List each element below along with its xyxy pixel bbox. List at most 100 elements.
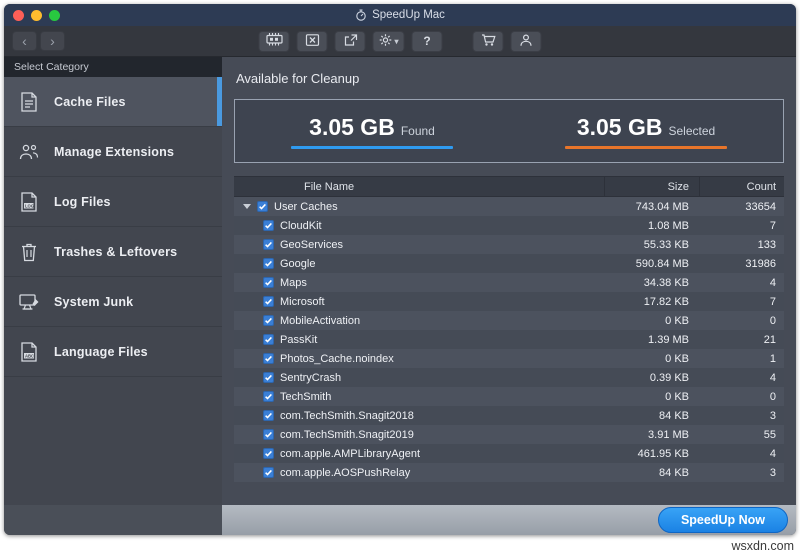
table-row-com-techsmith-snagit2019[interactable]: com.TechSmith.Snagit20193.91 MB55 bbox=[234, 425, 784, 444]
size-cell: 55.33 KB bbox=[604, 239, 699, 251]
nav-group: ‹ › bbox=[12, 31, 65, 51]
file-name-cell: com.TechSmith.Snagit2019 bbox=[234, 429, 604, 441]
gear-icon bbox=[378, 33, 392, 50]
table-row-geoservices[interactable]: GeoServices55.33 KB133 bbox=[234, 235, 784, 254]
row-checkbox[interactable] bbox=[263, 448, 274, 459]
row-checkbox[interactable] bbox=[263, 353, 274, 364]
file-name-cell: GeoServices bbox=[234, 239, 604, 251]
watermark: wsxdn.com bbox=[731, 539, 794, 553]
file-name-label: GeoServices bbox=[280, 239, 343, 251]
row-checkbox[interactable] bbox=[263, 467, 274, 478]
file-name-cell: CloudKit bbox=[234, 220, 604, 232]
table-row-user-caches[interactable]: User Caches743.04 MB33654 bbox=[234, 197, 784, 216]
help-button[interactable]: ? bbox=[412, 31, 443, 52]
sidebar-item-trashes-leftovers[interactable]: Trashes & Leftovers bbox=[4, 227, 222, 277]
found-underline bbox=[291, 146, 453, 149]
row-checkbox[interactable] bbox=[263, 296, 274, 307]
column-header-size[interactable]: Size bbox=[604, 177, 699, 196]
file-name-label: User Caches bbox=[274, 201, 338, 213]
manage-extensions-icon bbox=[17, 140, 41, 164]
close-window-button[interactable] bbox=[13, 10, 24, 21]
sidebar-item-manage-extensions[interactable]: Manage Extensions bbox=[4, 127, 222, 177]
selected-stat: 3.05 GB Selected bbox=[509, 114, 783, 149]
file-name-label: MobileActivation bbox=[280, 315, 360, 327]
file-name-label: com.apple.AOSPushRelay bbox=[280, 467, 410, 479]
table-row-maps[interactable]: Maps34.38 KB4 bbox=[234, 273, 784, 292]
uninstall-button[interactable] bbox=[296, 31, 327, 52]
size-cell: 0 KB bbox=[604, 315, 699, 327]
table-row-com-apple-amplibraryagent[interactable]: com.apple.AMPLibraryAgent461.95 KB4 bbox=[234, 444, 784, 463]
row-checkbox[interactable] bbox=[263, 391, 274, 402]
row-checkbox[interactable] bbox=[263, 315, 274, 326]
file-name-label: com.TechSmith.Snagit2019 bbox=[280, 429, 414, 441]
row-checkbox[interactable] bbox=[263, 220, 274, 231]
size-cell: 0 KB bbox=[604, 391, 699, 403]
back-button[interactable]: ‹ bbox=[12, 31, 37, 51]
selected-value: 3.05 GB bbox=[577, 114, 663, 141]
sidebar-item-log-files[interactable]: LOGLog Files bbox=[4, 177, 222, 227]
sidebar-item-label: Cache Files bbox=[54, 95, 126, 109]
row-checkbox[interactable] bbox=[263, 258, 274, 269]
memory-button[interactable] bbox=[258, 31, 289, 52]
file-name-label: TechSmith bbox=[280, 391, 331, 403]
forward-button[interactable]: › bbox=[40, 31, 65, 51]
cart-icon bbox=[480, 33, 496, 50]
found-label: Found bbox=[401, 124, 435, 138]
count-cell: 3 bbox=[699, 410, 784, 422]
table-row-com-techsmith-snagit2018[interactable]: com.TechSmith.Snagit2018 84 KB3 bbox=[234, 406, 784, 425]
file-name-label: Microsoft bbox=[280, 296, 325, 308]
export-button[interactable] bbox=[334, 31, 365, 52]
cleanup-table: File Name Size Count User Caches 743.04 M… bbox=[234, 176, 784, 505]
found-value: 3.05 GB bbox=[309, 114, 395, 141]
help-glyph: ? bbox=[423, 34, 430, 48]
table-row-passkit[interactable]: PassKit1.39 MB21 bbox=[234, 330, 784, 349]
row-checkbox[interactable] bbox=[263, 334, 274, 345]
count-cell: 3 bbox=[699, 467, 784, 479]
row-checkbox[interactable] bbox=[263, 277, 274, 288]
account-button[interactable] bbox=[511, 31, 542, 52]
size-cell: 3.91 MB bbox=[604, 429, 699, 441]
sidebar-item-cache-files[interactable]: Cache Files bbox=[4, 77, 222, 127]
cache-files-icon bbox=[17, 90, 41, 114]
count-cell: 4 bbox=[699, 277, 784, 289]
table-row-mobileactivation[interactable]: MobileActivation 0 KB0 bbox=[234, 311, 784, 330]
table-row-sentrycrash[interactable]: SentryCrash0.39 KB4 bbox=[234, 368, 784, 387]
table-row-techsmith[interactable]: TechSmith0 KB0 bbox=[234, 387, 784, 406]
trash-icon bbox=[17, 240, 41, 264]
table-row-photos-cache-noindex[interactable]: Photos_Cache.noindex0 KB1 bbox=[234, 349, 784, 368]
footer-left-segment bbox=[4, 505, 222, 535]
column-header-count[interactable]: Count bbox=[699, 177, 784, 196]
size-cell: 84 KB bbox=[604, 410, 699, 422]
file-name-cell: PassKit bbox=[234, 334, 604, 346]
table-row-cloudkit[interactable]: CloudKit1.08 MB7 bbox=[234, 216, 784, 235]
count-cell: 0 bbox=[699, 315, 784, 327]
row-checkbox[interactable] bbox=[263, 372, 274, 383]
row-checkbox[interactable] bbox=[263, 410, 274, 421]
file-name-label: com.apple.AMPLibraryAgent bbox=[280, 448, 420, 460]
selected-label: Selected bbox=[668, 124, 715, 138]
sidebar-item-language-files[interactable]: ABCLanguage Files bbox=[4, 327, 222, 377]
stopwatch-icon bbox=[355, 9, 367, 21]
file-name-label: PassKit bbox=[280, 334, 317, 346]
disclosure-triangle-icon[interactable] bbox=[243, 204, 251, 209]
table-row-com-apple-aospushrelay[interactable]: com.apple.AOSPushRelay 84 KB3 bbox=[234, 463, 784, 482]
sidebar-item-label: Trashes & Leftovers bbox=[54, 245, 177, 259]
zoom-window-button[interactable] bbox=[49, 10, 60, 21]
table-row-microsoft[interactable]: Microsoft17.82 KB7 bbox=[234, 292, 784, 311]
table-row-google[interactable]: Google590.84 MB31986 bbox=[234, 254, 784, 273]
speedup-now-button[interactable]: SpeedUp Now bbox=[658, 507, 788, 533]
cart-button[interactable] bbox=[473, 31, 504, 52]
row-checkbox[interactable] bbox=[263, 429, 274, 440]
settings-button[interactable]: ▾ bbox=[372, 31, 404, 52]
file-name-label: com.TechSmith.Snagit2018 bbox=[280, 410, 414, 422]
size-cell: 743.04 MB bbox=[604, 201, 699, 213]
column-header-file-name[interactable]: File Name bbox=[234, 177, 604, 196]
size-cell: 84 KB bbox=[604, 467, 699, 479]
count-cell: 4 bbox=[699, 372, 784, 384]
row-checkbox[interactable] bbox=[257, 201, 268, 212]
file-name-cell: MobileActivation bbox=[234, 315, 604, 327]
sidebar-item-system-junk[interactable]: System Junk bbox=[4, 277, 222, 327]
main-panel: Available for Cleanup 3.05 GB Found 3.05… bbox=[222, 57, 796, 505]
row-checkbox[interactable] bbox=[263, 239, 274, 250]
minimize-window-button[interactable] bbox=[31, 10, 42, 21]
